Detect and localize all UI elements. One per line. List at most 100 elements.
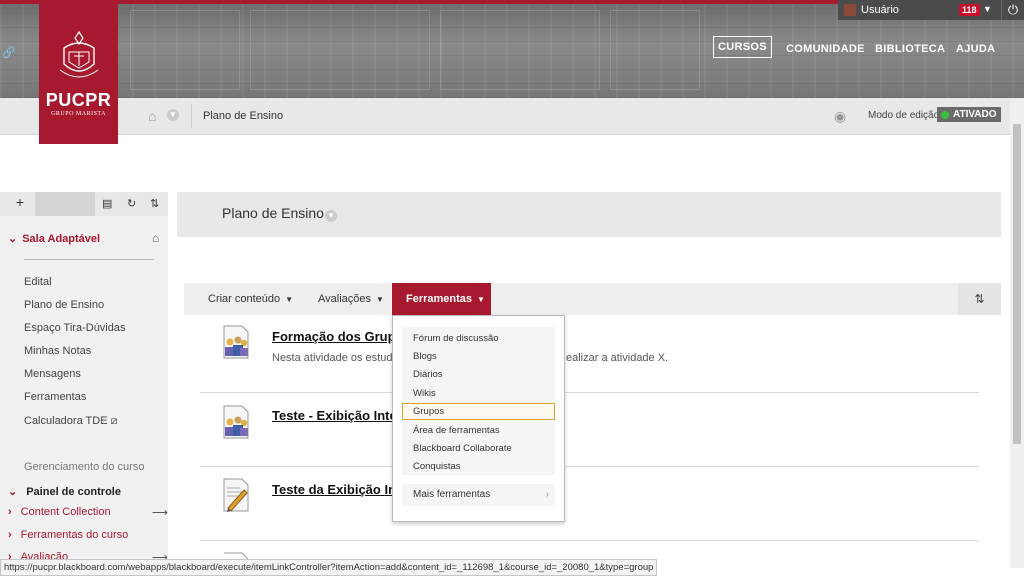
menu-item-conquistas[interactable]: Conquistas bbox=[413, 461, 461, 472]
divider bbox=[200, 466, 979, 467]
edit-mode-label: Modo de edição bbox=[868, 110, 940, 121]
banner-building-sketch bbox=[440, 10, 600, 90]
control-item-ferramentas-do-curso[interactable]: › Ferramentas do curso bbox=[8, 529, 128, 541]
divider bbox=[24, 259, 154, 260]
menu-item-area-de-ferramentas[interactable]: Área de ferramentas bbox=[413, 425, 500, 436]
sidebar-item-ferramentas[interactable]: Ferramentas bbox=[24, 391, 86, 403]
tools-dropdown-menu: Fórum de discussão Blogs Diários Wikis G… bbox=[392, 315, 565, 522]
chevron-down-icon: ▼ bbox=[285, 295, 294, 304]
university-logo[interactable]: PUCPR GRUPO MARISTA bbox=[39, 0, 118, 144]
nav-biblioteca[interactable]: BIBLIOTECA bbox=[875, 43, 945, 55]
link-icon[interactable]: 🔗 bbox=[2, 46, 16, 59]
banner-building-sketch bbox=[130, 10, 240, 90]
course-title[interactable]: ⌄ Sala Adaptável bbox=[8, 232, 100, 245]
item-title[interactable]: Teste - Exibição Intelig bbox=[272, 408, 412, 423]
sidebar-item-mensagens[interactable]: Mensagens bbox=[24, 368, 81, 380]
divider bbox=[191, 104, 192, 128]
action-bar: Criar conteúdo ▼ Avaliações ▼ Ferramentas ▼ bbox=[184, 283, 1001, 315]
sidebar-item-calculadora-tde[interactable]: Calculadora TDE ⧄ bbox=[24, 415, 118, 428]
brand-subtitle: GRUPO MARISTA bbox=[51, 111, 106, 117]
list-item: Teste - Exibição Intelig bbox=[200, 405, 979, 455]
chevron-down-icon: ⌄ bbox=[8, 486, 18, 498]
avatar[interactable] bbox=[844, 4, 856, 16]
page-header: Plano de Ensino ▼ bbox=[177, 192, 1001, 237]
reorder-icon[interactable]: ⇅ bbox=[150, 197, 159, 210]
toolbar-spacer bbox=[35, 192, 95, 216]
scrollbar-thumb[interactable] bbox=[1013, 124, 1021, 444]
menu-item-diarios[interactable]: Diários bbox=[413, 369, 443, 380]
test-icon bbox=[223, 478, 249, 512]
control-item-label: Content Collection bbox=[20, 506, 111, 518]
page-scrollbar[interactable] bbox=[1010, 98, 1024, 568]
create-content-label: Criar conteúdo bbox=[208, 293, 281, 305]
menu-item-forum[interactable]: Fórum de discussão bbox=[413, 333, 499, 344]
notification-badge[interactable]: 118 bbox=[959, 4, 980, 16]
banner-building-sketch bbox=[250, 10, 430, 90]
chevron-down-icon: ▼ bbox=[477, 295, 485, 304]
chevron-right-icon: › bbox=[8, 506, 12, 518]
tools-button[interactable]: Ferramentas ▼ bbox=[392, 283, 491, 315]
menu-item-wikis[interactable]: Wikis bbox=[413, 388, 436, 399]
user-bar: Usuário 118 ▼ ⏻ bbox=[838, 0, 1024, 20]
control-item-content-collection[interactable]: › Content Collection bbox=[8, 506, 111, 518]
group-icon bbox=[223, 405, 249, 439]
more-tools-label: Mais ferramentas bbox=[413, 489, 491, 500]
menu-item-blogs[interactable]: Blogs bbox=[413, 351, 437, 362]
eye-icon[interactable]: ◉ bbox=[834, 108, 846, 125]
divider bbox=[200, 392, 979, 393]
chevron-down-icon: ⌄ bbox=[8, 233, 18, 245]
course-menu-toolbar: + ▤ ↻ ⇅ bbox=[0, 192, 168, 216]
home-icon[interactable]: ⌂ bbox=[152, 231, 159, 245]
nav-cursos[interactable]: CURSOS bbox=[713, 36, 772, 58]
course-menu: ⌄ Sala Adaptável ⌂ Edital Plano de Ensino… bbox=[0, 216, 168, 568]
control-item-label: Ferramentas do curso bbox=[20, 529, 129, 541]
chevron-down-icon[interactable]: ▼ bbox=[167, 109, 179, 121]
browser-status-url: https://pucpr.blackboard.com/webapps/bla… bbox=[0, 559, 658, 576]
breadcrumb-current: Plano de Ensino bbox=[203, 110, 284, 122]
folder-view-icon[interactable]: ▤ bbox=[102, 197, 112, 210]
banner-building-sketch bbox=[610, 10, 700, 90]
item-title[interactable]: Formação dos Grupos bbox=[272, 329, 411, 344]
create-content-button[interactable]: Criar conteúdo ▼ bbox=[208, 283, 293, 315]
arrow-right-icon[interactable]: ⟶ bbox=[152, 506, 168, 519]
nav-ajuda[interactable]: AJUDA bbox=[956, 43, 995, 55]
breadcrumb: ⌂ ▼ Plano de Ensino ◉ Modo de edição ATI… bbox=[0, 98, 1010, 135]
nav-comunidade[interactable]: COMUNIDADE bbox=[786, 43, 865, 55]
brand-name: PUCPR bbox=[45, 90, 112, 110]
user-name[interactable]: Usuário bbox=[861, 4, 899, 16]
edit-mode-toggle[interactable]: ATIVADO bbox=[937, 107, 1001, 122]
menu-item-blackboard-collaborate[interactable]: Blackboard Collaborate bbox=[413, 443, 512, 454]
menu-item-grupos[interactable]: Grupos bbox=[402, 403, 555, 420]
group-icon bbox=[223, 325, 249, 359]
course-title-label: Sala Adaptável bbox=[22, 233, 101, 245]
management-heading: Gerenciamento do curso bbox=[24, 461, 145, 473]
list-item: Teste da Exibição Intel bbox=[200, 478, 979, 528]
refresh-icon[interactable]: ↻ bbox=[127, 197, 136, 210]
chevron-down-icon[interactable]: ▼ bbox=[983, 4, 992, 14]
chevron-right-icon: › bbox=[8, 529, 12, 541]
tools-label: Ferramentas bbox=[406, 293, 473, 305]
item-description: Nesta atividade os estudan bbox=[272, 352, 405, 364]
page-title: Plano de Ensino bbox=[222, 205, 324, 221]
assessments-label: Avaliações bbox=[318, 293, 371, 305]
control-panel-label: Painel de controle bbox=[26, 486, 121, 498]
add-menu-item-button[interactable]: + bbox=[6, 194, 34, 214]
sidebar-item-edital[interactable]: Edital bbox=[24, 276, 52, 288]
sidebar-item-plano-de-ensino[interactable]: Plano de Ensino bbox=[24, 299, 104, 311]
item-description: ealizar a atividade X. bbox=[566, 352, 669, 364]
menu-item-mais-ferramentas[interactable]: Mais ferramentas › bbox=[402, 484, 555, 506]
sidebar-item-minhas-notas[interactable]: Minhas Notas bbox=[24, 345, 91, 357]
divider bbox=[200, 540, 979, 541]
item-title[interactable]: Teste da Exibição Intel bbox=[272, 482, 411, 497]
crest-icon bbox=[59, 30, 98, 78]
chevron-right-icon: › bbox=[545, 489, 549, 500]
list-item: Formação dos Grupos Nesta atividade os e… bbox=[200, 325, 979, 385]
chevron-down-icon: ▼ bbox=[376, 295, 384, 304]
assessments-button[interactable]: Avaliações ▼ bbox=[318, 283, 384, 315]
control-panel-toggle[interactable]: ⌄ Painel de controle bbox=[8, 485, 121, 498]
sidebar-item-espaco-tira-duvidas[interactable]: Espaço Tira-Dúvidas bbox=[24, 322, 126, 334]
power-icon[interactable]: ⏻ bbox=[1001, 0, 1024, 20]
chevron-down-icon[interactable]: ▼ bbox=[325, 210, 337, 222]
home-icon[interactable]: ⌂ bbox=[148, 108, 156, 124]
reorder-icon[interactable]: ⇅ bbox=[958, 283, 1001, 315]
